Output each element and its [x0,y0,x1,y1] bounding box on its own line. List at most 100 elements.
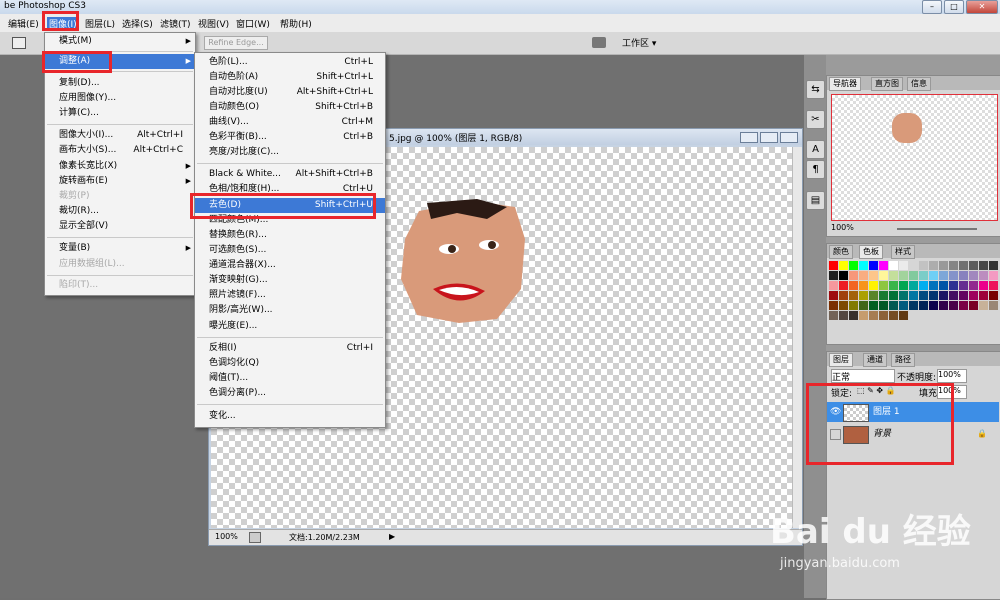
color-swatch[interactable] [969,301,978,310]
menu-select[interactable]: 选择(S) [122,17,153,30]
color-swatch[interactable] [859,271,868,280]
menu-item-black-white[interactable]: Black & White... Alt+Shift+Ctrl+B [195,167,385,182]
color-swatch[interactable] [839,271,848,280]
color-swatch[interactable] [909,261,918,270]
doc-close-icon[interactable] [780,132,798,143]
color-swatch[interactable] [979,261,988,270]
color-swatch[interactable] [889,261,898,270]
tab-navigator[interactable]: 导航器 [829,77,861,91]
vertical-scrollbar[interactable] [792,147,802,528]
refine-edge-button[interactable]: Refine Edge... [204,36,268,50]
color-swatch[interactable] [929,271,938,280]
color-swatch[interactable] [919,291,928,300]
color-swatch[interactable] [929,281,938,290]
menu-item-mode[interactable]: 模式(M) ▶ [45,34,195,49]
color-swatch[interactable] [839,281,848,290]
color-swatch[interactable] [879,311,888,320]
color-swatch[interactable] [829,291,838,300]
tab-info[interactable]: 信息 [907,77,931,91]
menu-item-reveal-all[interactable]: 显示全部(V) [45,219,195,234]
color-swatch[interactable] [869,311,878,320]
color-swatch[interactable] [969,291,978,300]
color-swatch[interactable] [829,301,838,310]
color-swatch[interactable] [899,271,908,280]
character-icon[interactable]: A [806,140,825,159]
color-swatch[interactable] [939,291,948,300]
menu-item-auto-color[interactable]: 自动颜色(O) Shift+Ctrl+B [195,100,385,115]
menu-item-rotate-canvas[interactable]: 旋转画布(E) ▶ [45,174,195,189]
color-swatch[interactable] [909,301,918,310]
color-swatch[interactable] [989,301,998,310]
color-swatch[interactable] [889,311,898,320]
doc-maximize-icon[interactable] [760,132,778,143]
menu-item-exposure[interactable]: 曝光度(E)... [195,319,385,334]
menu-item-crop[interactable]: 裁剪(P) [45,189,195,204]
menu-item-photo-filter[interactable]: 照片滤镜(F)... [195,288,385,303]
color-swatch[interactable] [929,261,938,270]
color-swatch[interactable] [899,301,908,310]
status-arrow-icon[interactable]: ▶ [389,532,395,541]
close-button[interactable]: ✕ [966,0,998,14]
menu-item-threshold[interactable]: 阈值(T)... [195,371,385,386]
color-swatch[interactable] [969,271,978,280]
menu-item-pixel-aspect[interactable]: 像素长宽比(X) ▶ [45,159,195,174]
color-swatch[interactable] [849,291,858,300]
color-swatch[interactable] [919,261,928,270]
color-swatch[interactable] [989,281,998,290]
menu-item-apply-data-set[interactable]: 应用数据组(L)... [45,257,195,272]
color-swatch[interactable] [969,261,978,270]
color-swatch[interactable] [889,271,898,280]
color-swatch[interactable] [919,281,928,290]
color-swatch[interactable] [839,301,848,310]
color-swatch[interactable] [909,291,918,300]
color-swatch[interactable] [849,271,858,280]
color-swatch[interactable] [899,311,908,320]
menu-edit[interactable]: 编辑(E) [8,17,39,30]
color-swatch[interactable] [959,281,968,290]
color-swatch[interactable] [849,261,858,270]
color-swatch[interactable] [829,281,838,290]
tool-presets-icon[interactable]: ✂ [806,110,825,129]
color-swatch[interactable] [969,281,978,290]
color-swatch[interactable] [989,291,998,300]
color-swatch[interactable] [839,291,848,300]
color-swatch[interactable] [899,291,908,300]
menu-item-auto-contrast[interactable]: 自动对比度(U) Alt+Shift+Ctrl+L [195,85,385,100]
menu-item-posterize[interactable]: 色调分离(P)... [195,386,385,401]
color-swatch[interactable] [869,301,878,310]
color-swatch[interactable] [949,291,958,300]
menu-filter[interactable]: 滤镜(T) [160,17,191,30]
color-swatch[interactable] [929,301,938,310]
menu-item-brightness-contrast[interactable]: 亮度/对比度(C)... [195,145,385,160]
color-swatch[interactable] [859,281,868,290]
color-swatch[interactable] [939,281,948,290]
color-swatch[interactable] [959,301,968,310]
menu-item-color-balance[interactable]: 色彩平衡(B)... Ctrl+B [195,130,385,145]
layer-comps-icon[interactable]: ▤ [806,191,825,210]
color-swatch[interactable] [909,281,918,290]
color-swatch[interactable] [929,291,938,300]
color-swatch[interactable] [839,261,848,270]
color-swatch[interactable] [849,301,858,310]
navigator-zoom[interactable]: 100% [831,223,854,232]
maximize-button[interactable]: □ [944,0,964,14]
color-swatch[interactable] [959,271,968,280]
menu-item-auto-levels[interactable]: 自动色阶(A) Shift+Ctrl+L [195,70,385,85]
color-swatch[interactable] [839,311,848,320]
menu-item-selective-color[interactable]: 可选颜色(S)... [195,243,385,258]
menu-item-trim[interactable]: 裁切(R)... [45,204,195,219]
status-menu-icon[interactable] [249,532,261,543]
menu-item-shadow-highlight[interactable]: 阴影/高光(W)... [195,303,385,318]
color-swatch[interactable] [949,271,958,280]
menu-help[interactable]: 帮助(H) [280,17,312,30]
color-swatch[interactable] [889,281,898,290]
color-swatch[interactable] [989,261,998,270]
color-swatch[interactable] [989,271,998,280]
color-swatch[interactable] [919,271,928,280]
tab-styles[interactable]: 样式 [891,245,915,259]
menu-layer[interactable]: 图层(L) [85,17,115,30]
color-swatch[interactable] [829,271,838,280]
menu-window[interactable]: 窗口(W) [236,17,270,30]
minimize-button[interactable]: – [922,0,942,14]
bridge-icon[interactable] [592,37,606,48]
